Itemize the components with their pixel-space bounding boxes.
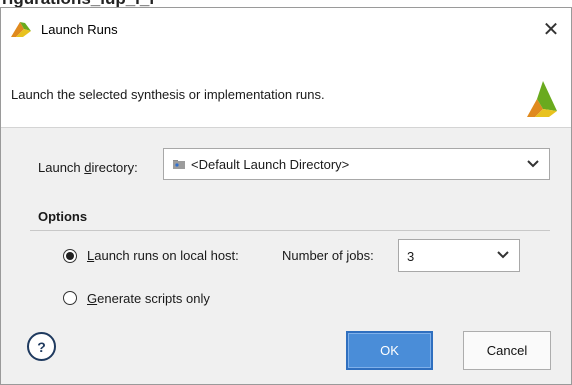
launch-directory-value: <Default Launch Directory> (191, 157, 350, 172)
background-window-text: rigurations_iup_i_i (2, 0, 154, 7)
label-text: aunch runs on local host: (94, 248, 239, 263)
dialog-description: Launch the selected synthesis or impleme… (11, 87, 325, 102)
chevron-down-icon (527, 160, 539, 168)
label-text: obs: (349, 248, 374, 263)
options-divider (30, 230, 550, 231)
generate-scripts-radio[interactable] (63, 291, 77, 305)
folder-icon (173, 160, 185, 169)
label-text: enerate scripts only (97, 291, 210, 306)
launch-runs-dialog: Launch Runs ✕ Launch the selected synthe… (0, 7, 572, 385)
cancel-button[interactable]: Cancel (463, 331, 551, 370)
options-heading: Options (38, 209, 88, 224)
launch-directory-label: Launch directory: (38, 160, 138, 175)
background-window-fragment: rigurations_iup_i_i (0, 0, 572, 7)
label-text: irectory: (91, 160, 138, 175)
mnemonic-letter: d (84, 160, 92, 175)
help-icon: ? (37, 338, 46, 355)
chevron-down-icon (497, 251, 509, 259)
close-icon: ✕ (542, 19, 560, 41)
dialog-header: Launch the selected synthesis or impleme… (1, 51, 571, 128)
title-bar: Launch Runs ✕ (1, 8, 571, 51)
number-of-jobs-label: Number of jobs: (282, 248, 374, 263)
vivado-logo-icon (527, 81, 557, 117)
mnemonic-letter: G (87, 291, 98, 306)
local-host-radio[interactable] (63, 249, 77, 263)
launch-directory-dropdown[interactable]: <Default Launch Directory> (163, 148, 550, 180)
local-host-label[interactable]: Launch runs on local host: (87, 248, 239, 263)
label-text: Number of (282, 248, 347, 263)
label-text: Launch (38, 160, 85, 175)
close-button[interactable]: ✕ (531, 8, 571, 51)
number-of-jobs-dropdown[interactable]: 3 (398, 239, 520, 272)
generate-scripts-label[interactable]: Generate scripts only (87, 291, 210, 306)
window-title: Launch Runs (41, 22, 118, 37)
help-button[interactable]: ? (27, 332, 56, 361)
number-of-jobs-value: 3 (407, 249, 415, 264)
ok-button[interactable]: OK (346, 331, 433, 370)
app-logo-icon (11, 22, 31, 37)
